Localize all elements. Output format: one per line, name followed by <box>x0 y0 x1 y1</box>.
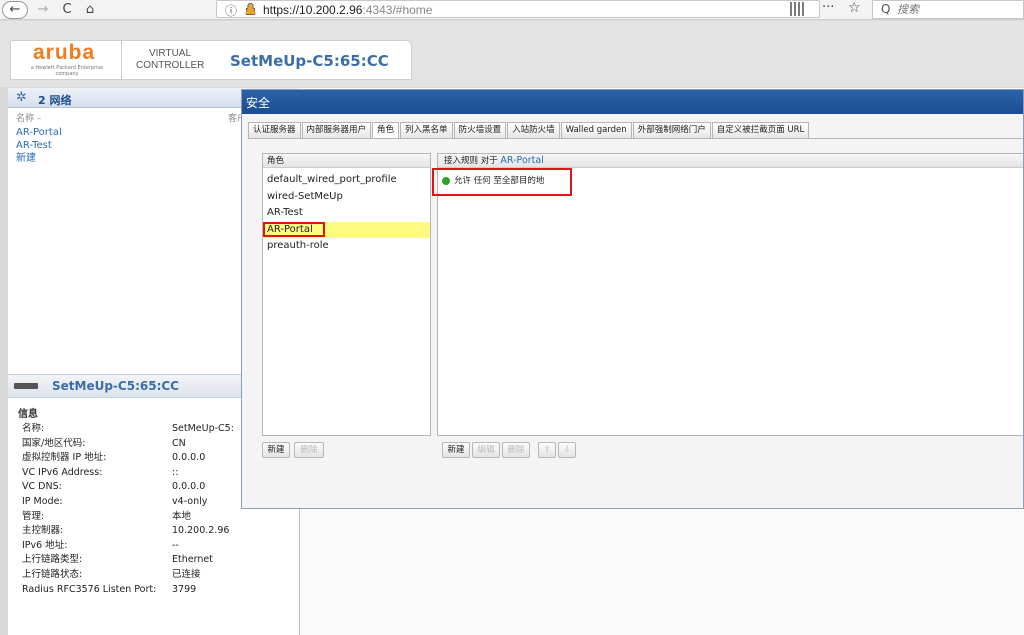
info-key: VC IPv6 Address: <box>22 466 103 478</box>
info-key: Radius RFC3576 Listen Port: <box>22 583 157 595</box>
info-key: VC DNS: <box>22 481 62 493</box>
browser-toolbar: ← → C ⌂ ⓘ https://10.200.2.96:4343/#home… <box>0 0 1024 20</box>
info-row: 上行链路状态: 已连接 <box>22 568 292 583</box>
search-input[interactable] <box>897 2 1007 17</box>
info-row: 管理: 本地 <box>22 510 292 525</box>
info-value: 已连接 <box>172 568 201 580</box>
dialog-titlebar[interactable]: 安全 <box>242 90 1023 114</box>
info-value: 10.200.2.96 <box>172 525 230 537</box>
browser-search-box[interactable]: Q <box>872 0 1024 19</box>
vc-label: VIRTUAL CONTROLLER <box>136 48 205 71</box>
info-row: 上行链路类型: Ethernet <box>22 553 292 568</box>
column-name-header[interactable]: 名称 – <box>16 111 41 124</box>
more-actions-icon[interactable]: ··· <box>822 0 834 15</box>
info-key: IPv6 地址: <box>22 539 68 551</box>
info-key: IP Mode: <box>22 495 63 507</box>
role-item[interactable]: AR-Test <box>263 205 430 222</box>
roles-header: 角色 <box>263 154 430 168</box>
info-row: IPv6 地址: -- <box>22 539 292 554</box>
info-row: 主控制器: 10.200.2.96 <box>22 524 292 539</box>
search-icon: Q <box>881 2 891 16</box>
info-value: Ethernet <box>172 554 213 566</box>
info-value: v4-only <box>172 495 208 507</box>
networks-title: 2 网络 <box>38 94 72 107</box>
new-role-button[interactable]: 新建 <box>262 442 290 458</box>
status-dot-icon <box>442 177 450 185</box>
back-arrow-icon[interactable]: ← <box>2 1 28 19</box>
forward-arrow-icon[interactable]: → <box>34 1 52 19</box>
access-point-icon <box>14 383 38 389</box>
url-text: https://10.200.2.96:4343/#home <box>263 3 433 17</box>
move-up-button[interactable]: ⇧ <box>538 442 556 458</box>
new-rule-button[interactable]: 新建 <box>442 442 470 458</box>
tab-custom-blocked-page[interactable]: 自定义被拦截页面 URL <box>711 122 810 138</box>
network-list: AR-Portal AR-Test 新建 <box>16 126 62 165</box>
role-item[interactable]: preauth-role <box>263 238 430 255</box>
access-rules-header: 接入规则 对于 AR-Portal <box>438 154 1023 168</box>
delete-rule-button[interactable]: 删除 <box>502 442 530 458</box>
info-key: 上行链路状态: <box>22 568 83 580</box>
move-down-button[interactable]: ⇩ <box>558 442 576 458</box>
info-value: :: <box>172 466 179 478</box>
security-tabs: 认证服务器 内部服务器用户 角色 列入黑名单 防火墙设置 入站防火墙 Walle… <box>248 122 810 138</box>
device-title: SetMeUp-C5:65:CC <box>52 379 179 393</box>
rule-text: 允许 任何 至全部目的地 <box>454 176 545 186</box>
info-section-label: 信息 <box>18 409 38 420</box>
insecure-lock-icon <box>245 3 256 15</box>
info-key: 主控制器: <box>22 525 64 537</box>
address-bar[interactable]: ⓘ https://10.200.2.96:4343/#home <box>216 0 820 18</box>
network-item[interactable]: AR-Test <box>16 139 62 152</box>
info-value: SetMeUp-C5: <box>172 423 234 434</box>
qr-code-icon[interactable] <box>790 2 804 16</box>
delete-role-button[interactable]: 删除 <box>294 442 324 458</box>
info-key: 虚拟控制器 IP 地址: <box>22 452 107 464</box>
info-value: 0.0.0.0 <box>172 452 206 464</box>
role-item[interactable]: wired-SetMeUp <box>263 189 430 206</box>
access-rules-panel: 接入规则 对于 AR-Portal 允许 任何 至全部目的地 <box>432 153 1023 436</box>
info-value: CN <box>172 437 186 449</box>
tab-internal-users[interactable]: 内部服务器用户 <box>301 122 372 138</box>
tab-divider <box>248 138 1023 139</box>
tab-firewall-settings[interactable]: 防火墙设置 <box>453 122 507 138</box>
new-network-link[interactable]: 新建 <box>16 152 62 165</box>
info-key: 上行链路类型: <box>22 554 83 566</box>
edit-rule-button[interactable]: 编辑 <box>472 442 500 458</box>
info-value: -- <box>172 539 179 551</box>
tab-blacklist[interactable]: 列入黑名单 <box>400 122 453 138</box>
aruba-logo: aruba a Hewlett Packard Enterprise compa… <box>10 40 122 80</box>
roles-panel: 角色 default_wired_port_profile wired-SetM… <box>262 153 431 436</box>
info-value: 0.0.0.0 <box>172 481 206 493</box>
info-icon[interactable]: ⓘ <box>225 2 237 19</box>
info-value: 本地 <box>172 510 192 522</box>
role-item-selected[interactable]: AR-Portal <box>263 221 430 239</box>
reload-icon[interactable]: C <box>58 1 76 19</box>
tab-auth-servers[interactable]: 认证服务器 <box>248 122 301 138</box>
info-row: Radius RFC3576 Listen Port: 3799 <box>22 583 292 598</box>
logo-subtitle: a Hewlett Packard Enterprise company <box>30 65 104 77</box>
tab-external-captive-portal[interactable]: 外部强制网络门户 <box>632 122 711 138</box>
home-icon[interactable]: ⌂ <box>80 1 100 19</box>
network-icon: ✲ <box>16 90 27 105</box>
dialog-title: 安全 <box>246 96 271 110</box>
info-key: 管理: <box>22 510 45 522</box>
role-list: default_wired_port_profile wired-SetMeUp… <box>263 172 430 255</box>
logo-wordmark: aruba <box>33 41 96 64</box>
role-link[interactable]: AR-Portal <box>500 155 543 166</box>
info-key: 国家/地区代码: <box>22 437 86 449</box>
tab-inbound-firewall[interactable]: 入站防火墙 <box>507 122 560 138</box>
bookmark-star-icon[interactable]: ☆ <box>848 0 861 16</box>
virtual-controller-header: VIRTUAL CONTROLLER SetMeUp-C5:65:CC <box>122 40 412 80</box>
security-dialog: 安全 认证服务器 内部服务器用户 角色 列入黑名单 防火墙设置 入站防火墙 Wa… <box>241 89 1024 509</box>
network-item[interactable]: AR-Portal <box>16 126 62 139</box>
tab-walled-garden[interactable]: Walled garden <box>560 122 632 138</box>
role-item[interactable]: default_wired_port_profile <box>263 172 430 189</box>
access-rule-row[interactable]: 允许 任何 至全部目的地 <box>432 168 572 196</box>
vc-name: SetMeUp-C5:65:CC <box>230 52 389 70</box>
info-value: 3799 <box>172 583 197 595</box>
tab-roles[interactable]: 角色 <box>372 122 400 138</box>
info-key: 名称: <box>22 423 45 434</box>
